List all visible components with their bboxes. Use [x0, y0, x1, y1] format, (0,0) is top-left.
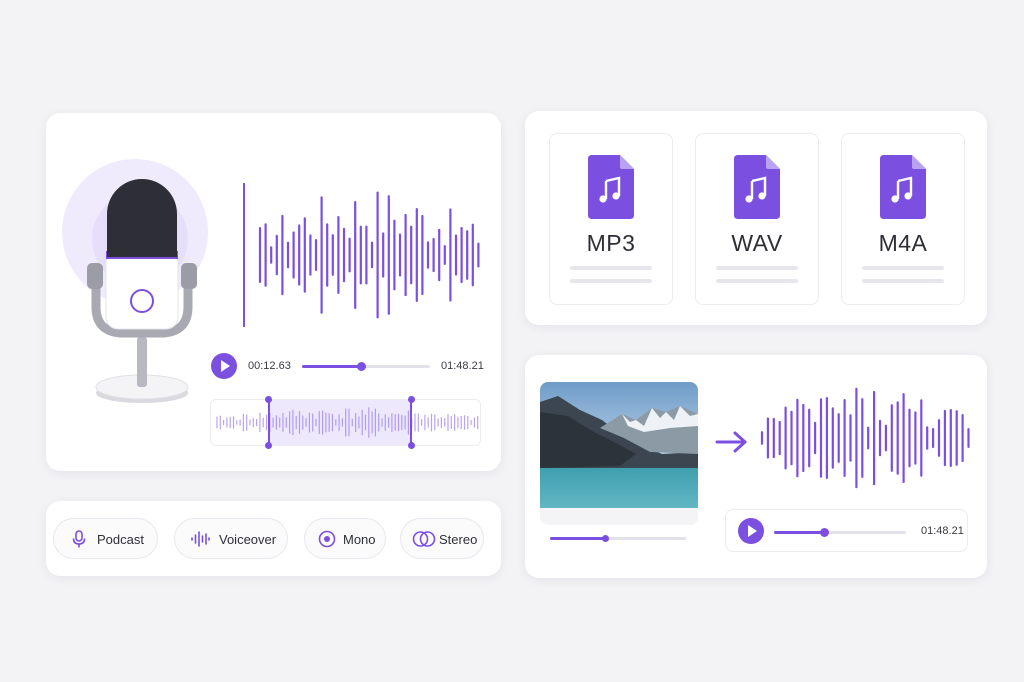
mono-icon: [318, 530, 336, 548]
microphone-icon: [72, 530, 86, 548]
total-time: 01:48.21: [441, 360, 484, 372]
stereo-icon: [412, 531, 436, 547]
recorder-player: 00:12.63 01:48.21: [211, 353, 486, 379]
text-placeholder-line: [570, 279, 652, 283]
converted-player: 01:48.21: [725, 509, 968, 552]
arrow-right-icon: [715, 431, 747, 453]
text-placeholder-line: [862, 266, 944, 270]
text-placeholder-line: [716, 266, 798, 270]
mode-label: Stereo: [439, 532, 478, 547]
progress-fill: [774, 531, 825, 534]
mode-stereo[interactable]: Stereo: [400, 518, 484, 559]
video-thumbnail[interactable]: [540, 382, 698, 525]
mode-mono[interactable]: Mono: [304, 518, 386, 559]
mode-label: Podcast: [97, 532, 144, 547]
play-button[interactable]: [738, 518, 764, 544]
trim-selection[interactable]: [268, 400, 412, 445]
progress-knob[interactable]: [356, 362, 366, 371]
recorder-card: 00:12.63 01:48.21: [46, 113, 501, 471]
progress-fill: [302, 365, 361, 368]
mode-label: Voiceover: [219, 532, 277, 547]
format-wav[interactable]: WAV: [695, 133, 819, 305]
current-time: 00:12.63: [248, 360, 291, 372]
format-label: WAV: [731, 230, 783, 256]
video-progress-fill: [550, 537, 606, 540]
video-progress-track[interactable]: [550, 535, 686, 542]
video-progress-knob[interactable]: [601, 535, 609, 542]
trim-waveform[interactable]: [210, 396, 481, 449]
text-placeholder-line: [862, 279, 944, 283]
mode-label: Mono: [343, 532, 376, 547]
total-time: 01:48.21: [921, 525, 964, 537]
music-file-icon: [734, 155, 780, 219]
microphone-icon: [87, 179, 197, 403]
microphone-illustration: [60, 157, 210, 417]
modes-card: Podcast Voiceover Mono Stereo: [46, 501, 501, 576]
progress-track[interactable]: [774, 528, 906, 537]
mode-voiceover[interactable]: Voiceover: [174, 518, 288, 559]
main-waveform: [243, 183, 480, 327]
text-placeholder-line: [716, 279, 798, 283]
trim-handle-start-bottom[interactable]: [265, 442, 272, 449]
formats-card: MP3 WAV M4A: [525, 111, 987, 325]
converter-card: 01:48.21: [525, 355, 987, 578]
progress-knob[interactable]: [820, 528, 830, 537]
trim-handle-start-top[interactable]: [265, 396, 272, 403]
format-mp3[interactable]: MP3: [549, 133, 673, 305]
progress-track[interactable]: [302, 362, 430, 371]
trim-handle-end-bottom[interactable]: [408, 442, 415, 449]
mode-podcast[interactable]: Podcast: [53, 518, 158, 559]
waveform-icon: [191, 531, 210, 547]
music-file-icon: [588, 155, 634, 219]
music-file-icon: [880, 155, 926, 219]
text-placeholder-line: [570, 266, 652, 270]
trim-handle-end-top[interactable]: [408, 396, 415, 403]
format-label: MP3: [586, 230, 636, 256]
format-label: M4A: [878, 230, 928, 256]
play-button[interactable]: [211, 353, 237, 379]
format-m4a[interactable]: M4A: [841, 133, 965, 305]
converted-waveform: [760, 387, 970, 489]
